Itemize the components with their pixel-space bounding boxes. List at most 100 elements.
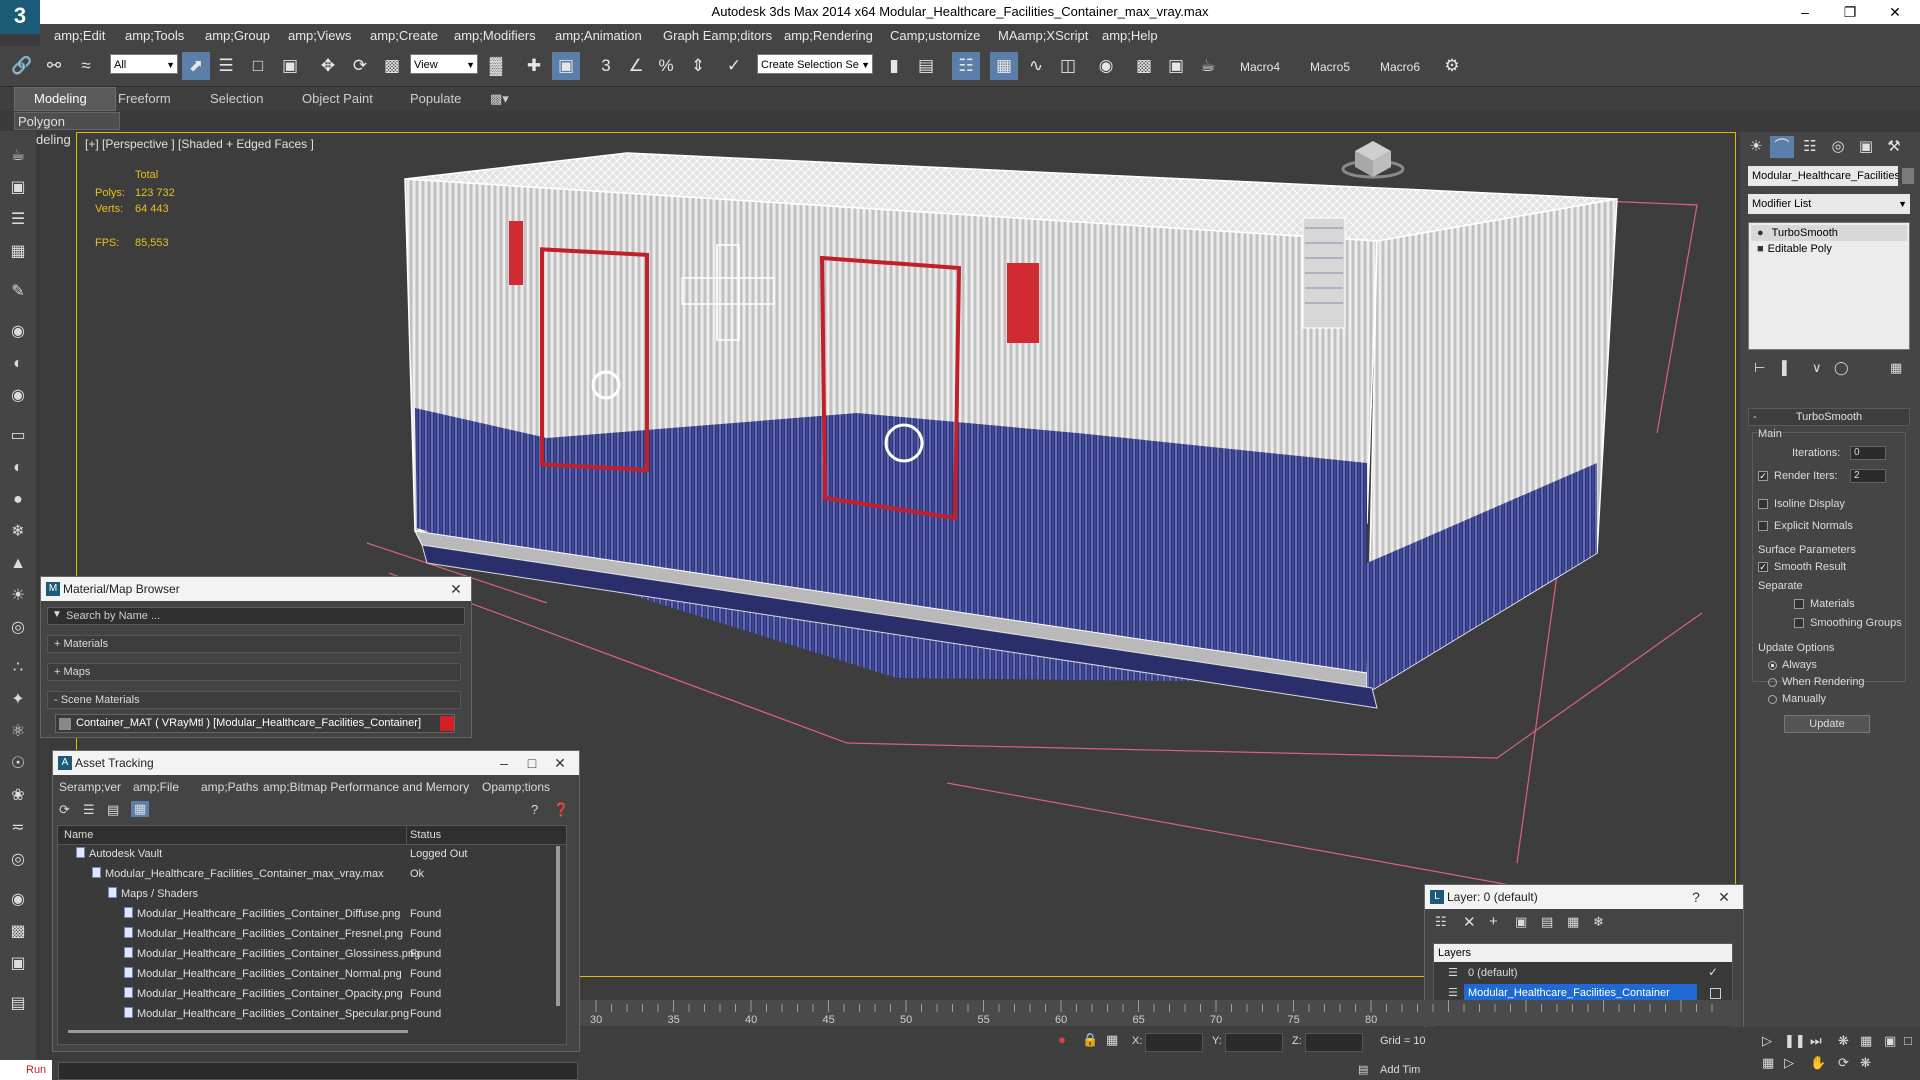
curve-editor-icon[interactable]: ∿ [1022,52,1050,80]
tab-selection[interactable]: Selection [210,91,263,106]
object-color-swatch[interactable] [1902,168,1914,184]
y-coord-field[interactable] [1225,1033,1283,1052]
maps-group[interactable]: + Maps [47,663,461,681]
asset-row[interactable]: Maps / Shaders [58,886,566,902]
utilities-tab-icon[interactable]: ⚒ [1882,136,1906,158]
geosphere-icon[interactable]: ❄ [7,521,29,543]
angle-snap-icon[interactable]: ∠ [622,52,650,80]
ref-coord-dropdown[interactable]: View ▼ [410,54,478,74]
select-object-icon[interactable]: ⬈ [182,52,210,80]
rotate-icon[interactable]: ⟳ [346,52,374,80]
monitor-icon[interactable]: ▣ [7,953,29,975]
close-icon[interactable]: ✕ [1711,885,1737,909]
rect-selection-icon[interactable]: □ [244,52,272,80]
list-icon[interactable]: ☰ [7,209,29,231]
delete-layer-icon[interactable]: ✕ [1463,913,1476,931]
materials-checkbox[interactable] [1794,599,1804,609]
key-icon[interactable]: ● [1058,1032,1066,1047]
uv-icon[interactable]: ▩ [7,921,29,943]
asset-row[interactable]: Modular_Healthcare_Facilities_Container_… [58,986,566,1002]
helper-icon[interactable]: ◐ [7,353,29,375]
pin-stack-icon[interactable]: ⊢ [1754,360,1765,376]
asset-row[interactable]: Modular_Healthcare_Facilities_Container_… [58,906,566,922]
show-end-result-icon[interactable]: ▌ [1782,360,1791,375]
isoline-checkbox[interactable] [1758,499,1768,509]
unlink-icon[interactable]: ⚯ [40,52,68,80]
material-browser-titlebar[interactable]: M Material/Map Browser [41,577,471,601]
asset-row[interactable]: Modular_Healthcare_Facilities_Container_… [58,946,566,962]
menu-animation[interactable]: amp;Animation [555,28,642,43]
particles-icon[interactable]: ∴ [7,657,29,679]
pivot-icon[interactable]: ▓ [482,52,510,80]
make-unique-icon[interactable]: ∨ [1812,360,1822,376]
align-icon[interactable]: ▤ [912,52,940,80]
new-layer-icon[interactable]: ☷ [1435,914,1447,930]
menu-paths[interactable]: amp;Paths [201,780,258,794]
motion-tab-icon[interactable]: ◎ [1826,136,1850,158]
time-config-icon[interactable]: ▦ [1762,1055,1774,1071]
smooth-result-checkbox[interactable]: ✓ [1758,562,1768,572]
rendered-frame-icon[interactable]: ▣ [1162,52,1190,80]
menu-server[interactable]: Seramp;ver [59,780,121,794]
menu-options[interactable]: Opamp;tions [482,780,550,794]
menu-tools[interactable]: amp;Tools [125,28,184,43]
scale-icon[interactable]: ▩ [378,52,406,80]
when-rendering-radio[interactable] [1768,678,1777,687]
add-time-tag-icon[interactable]: ▤ [1358,1063,1368,1076]
teapot-icon[interactable]: ☕ [7,145,29,167]
hemisphere-icon[interactable]: ◐ [7,457,29,479]
walk-icon[interactable]: ❋ [1860,1055,1871,1071]
percent-snap-icon[interactable]: % [652,52,680,80]
menu-file[interactable]: amp;File [133,780,179,794]
edit-named-sel-icon[interactable]: ✓ [720,52,748,80]
zoom-extents-icon[interactable]: ▣ [1884,1033,1896,1049]
remove-modifier-icon[interactable]: ◯ [1834,360,1849,376]
stack-item-turbosmooth[interactable]: ● TurboSmooth [1751,225,1907,241]
list-view-icon[interactable]: ☰ [83,802,95,818]
menu-graph-editors[interactable]: Graph Eamp;ditors [663,28,772,43]
add-to-layer-icon[interactable]: + [1489,913,1498,930]
add-time-tag[interactable]: Add Tim [1380,1064,1420,1076]
zoom-icon[interactable]: ❋ [1838,1033,1849,1049]
render-iters-spinner[interactable]: 2 [1850,469,1886,483]
maxscript-listener-label[interactable]: Run [0,1060,52,1080]
render-frame-icon[interactable]: ▣ [7,177,29,199]
schematic-view-icon[interactable]: ◫ [1054,52,1082,80]
tab-populate[interactable]: Populate [410,91,461,106]
smoothing-groups-checkbox[interactable] [1794,618,1804,628]
close-button[interactable]: ✕ [1875,2,1915,22]
restore-button[interactable]: ❐ [1830,2,1870,22]
hide-all-icon[interactable]: ▦ [1567,914,1579,930]
ribbon-toggle-icon[interactable]: ▦ [990,52,1018,80]
window-crossing-icon[interactable]: ▣ [276,52,304,80]
search-options-icon[interactable]: ▼ [52,609,62,620]
polygon-modeling-panel[interactable]: Polygon Modeling [14,112,120,147]
scene-materials-group[interactable]: - Scene Materials [47,691,461,709]
snap-3d-icon[interactable]: 3 [592,52,620,80]
orbit-icon[interactable]: ⟳ [1838,1055,1849,1071]
current-layer-check-icon[interactable]: ✓ [1708,965,1718,979]
hair-icon[interactable]: ≂ [7,817,29,839]
asset-row[interactable]: Modular_Healthcare_Facilities_Container_… [58,966,566,982]
tab-object-paint[interactable]: Object Paint [302,91,373,106]
menu-bitmap-performance[interactable]: amp;Bitmap Performance and Memory [263,780,469,794]
display-tab-icon[interactable]: ▣ [1854,136,1878,158]
pan-icon[interactable]: ✋ [1810,1055,1826,1071]
modify-tab-icon[interactable]: ⌒ [1770,136,1794,158]
absolute-mode-icon[interactable]: ▦ [1106,1032,1118,1048]
always-radio[interactable] [1768,661,1777,670]
update-button[interactable]: Update [1784,715,1870,733]
ribbon-options-icon[interactable]: ▩▾ [490,91,509,107]
spinner-snap-icon[interactable]: ⇕ [684,52,712,80]
select-by-name-icon[interactable]: ☰ [212,52,240,80]
fov-icon[interactable]: ▷ [1784,1055,1794,1071]
menu-group[interactable]: amp;Group [205,28,270,43]
torus-icon[interactable]: ◎ [7,617,29,639]
detail-view-icon[interactable]: ▤ [107,802,119,818]
maxscript-input[interactable] [58,1062,578,1080]
help-icon[interactable]: ? [1683,885,1709,909]
next-key-icon[interactable]: ⏭ [1810,1033,1822,1049]
freeze-all-icon[interactable]: ❄ [1593,914,1604,930]
viewport-label[interactable]: [+] [Perspective ] [Shaded + Edged Faces… [85,137,314,151]
vertical-scrollbar[interactable] [556,846,560,1006]
